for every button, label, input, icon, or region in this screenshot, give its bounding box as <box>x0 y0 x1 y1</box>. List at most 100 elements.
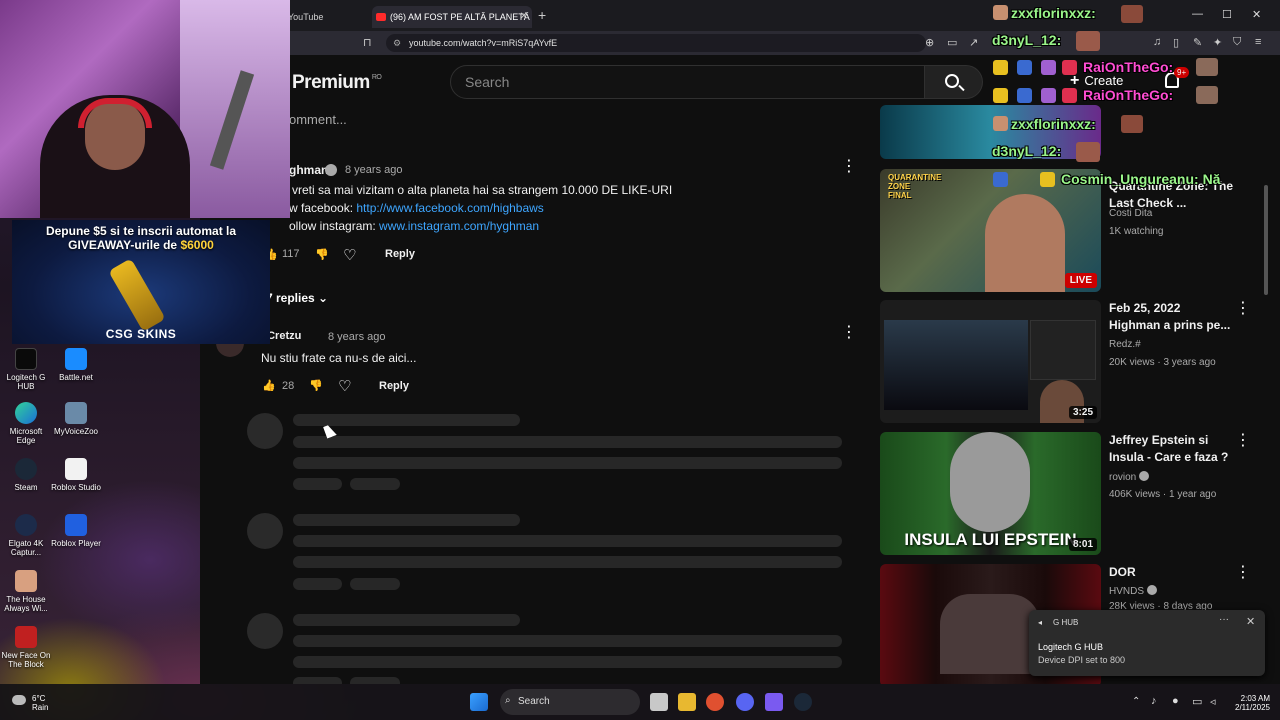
desktop-icon-edge[interactable]: Microsoft Edge <box>0 398 52 445</box>
desktop-icon-roblox-studio[interactable]: Roblox Studio <box>50 454 102 492</box>
tray-chevron-icon[interactable]: ⌃ <box>1132 696 1140 707</box>
badge-icon <box>1062 60 1077 75</box>
desktop-icon-battlenet[interactable]: Battle.net <box>50 344 102 382</box>
bookmark-icon[interactable]: ⊓ <box>363 36 372 49</box>
steam-icon[interactable] <box>794 693 812 711</box>
giveaway-line-1: Depune $5 si te inscrii automat la <box>45 224 237 238</box>
speaker-icon[interactable]: ◃ <box>1210 695 1216 708</box>
giveaway-brand: CSG SKINS <box>105 327 177 341</box>
close-window-button[interactable]: ✕ <box>1252 8 1261 21</box>
comment-menu-icon[interactable]: ⋮ <box>841 159 857 178</box>
youtube-logo[interactable]: Premium RO <box>292 72 382 94</box>
more-options-icon[interactable]: ··· <box>1219 614 1229 625</box>
video-thumbnail[interactable]: QUARANTINE ZONE FINAL LIVE <box>880 169 1101 292</box>
desktop-icon-house-always-wins[interactable]: The House Always Wi... <box>0 566 52 613</box>
brave-browser-icon[interactable] <box>706 693 724 711</box>
notification-toast[interactable]: ◂ G HUB ··· ✕ Logitech G HUB Device DPI … <box>1029 610 1265 676</box>
tab-bar: YouTube (96) AM FOST PE ALTĂ PLANETĂ ✕ +… <box>200 0 1280 31</box>
instagram-link[interactable]: www.instagram.com/hyghman <box>379 219 539 233</box>
video-channel[interactable]: Costi Dita <box>1109 208 1152 219</box>
share-icon[interactable]: ↗ <box>969 36 978 49</box>
desktop-icon-new-face[interactable]: New Face On The Block <box>0 622 52 669</box>
like-count: 117 <box>282 248 300 260</box>
video-title[interactable]: Feb 25, 2022 Highman a prins pe... <box>1109 300 1234 334</box>
chat-alert: RaiOnTheGo: <box>1083 59 1174 75</box>
video-thumbnail-partial[interactable] <box>880 105 1101 159</box>
video-channel[interactable]: Redz.# <box>1109 339 1141 350</box>
app-grid-icon[interactable] <box>765 693 783 711</box>
video-menu-icon[interactable]: ⋮ <box>1235 565 1251 584</box>
skeleton-line <box>293 436 842 448</box>
search-button[interactable] <box>925 65 983 99</box>
dislike-button[interactable]: 👎 <box>315 248 329 261</box>
avatar <box>1196 86 1218 104</box>
menu-icon[interactable]: ≡ <box>1255 36 1261 48</box>
comment-time[interactable]: 8 years ago <box>345 164 402 176</box>
task-view-icon[interactable] <box>650 693 668 711</box>
comment-author[interactable]: ghman <box>289 163 328 177</box>
site-info-icon[interactable]: ⚙ <box>393 34 401 52</box>
reply-menu-icon[interactable]: ⋮ <box>841 325 857 344</box>
crown-icon <box>993 88 1008 103</box>
youtube-favicon-icon <box>376 13 386 21</box>
avatar <box>1121 5 1143 23</box>
video-menu-icon[interactable]: ⋮ <box>1235 433 1251 452</box>
start-icon[interactable] <box>470 693 488 711</box>
heart-icon[interactable]: ♡ <box>343 246 356 264</box>
tab-current-video[interactable]: (96) AM FOST PE ALTĂ PLANETĂ ✕ <box>372 6 532 28</box>
thumbnail-caption: QUARANTINE ZONE FINAL <box>888 173 942 200</box>
close-icon[interactable]: ✕ <box>1246 615 1255 628</box>
desktop-icon-myvoicezoo[interactable]: MyVoiceZoo <box>50 398 102 436</box>
taskbar-search[interactable]: Search <box>500 689 640 715</box>
notification-app: G HUB <box>1053 618 1079 627</box>
sidebar-icon[interactable]: ▯ <box>1173 36 1179 49</box>
reply-reply-button[interactable]: Reply <box>379 380 409 392</box>
reply-dislike-button[interactable]: 👎 <box>309 379 323 392</box>
zoom-icon[interactable]: ⊕ <box>925 36 934 49</box>
close-tab-icon[interactable]: ✕ <box>520 6 528 28</box>
replies-toggle[interactable]: 7 replies ⌄ <box>266 291 328 305</box>
ai-icon[interactable]: ✦ <box>1213 36 1222 49</box>
mic-icon[interactable]: ● <box>1172 695 1179 707</box>
video-title[interactable]: Jeffrey Epstein si Insula - Care e faza … <box>1109 432 1234 466</box>
extensions-icon[interactable]: ✎ <box>1193 36 1202 49</box>
skeleton-avatar <box>247 613 283 649</box>
weather-widget[interactable]: 6°C Rain <box>32 694 48 712</box>
add-comment-input[interactable]: omment... <box>289 112 347 127</box>
shield-icon[interactable]: ⛉ <box>1233 36 1241 49</box>
search-input[interactable]: Search <box>450 65 925 99</box>
taskbar-clock[interactable]: 2:03 AM 2/11/2025 <box>1226 694 1270 712</box>
new-tab-button[interactable]: + <box>538 7 546 23</box>
reply-like-button[interactable]: 👍 <box>262 379 276 392</box>
url-field[interactable]: ⚙ youtube.com/watch?v=mRiS7qAYvfE <box>386 34 926 52</box>
file-explorer-icon[interactable] <box>678 693 696 711</box>
network-icon[interactable]: ▭ <box>1192 695 1202 708</box>
video-thumbnail[interactable]: INSULA LUI EPSTEIN 8:01 <box>880 432 1101 555</box>
facebook-link[interactable]: http://www.facebook.com/highbaws <box>356 201 543 215</box>
minimize-button[interactable]: — <box>1192 8 1203 20</box>
desktop-icon-logitech[interactable]: Logitech G HUB <box>0 344 52 391</box>
video-channel[interactable]: rovion <box>1109 471 1150 483</box>
discord-icon[interactable] <box>736 693 754 711</box>
reply-like-count: 28 <box>282 380 295 392</box>
video-meta: 1K watching <box>1109 226 1164 237</box>
desktop-icon-elgato[interactable]: Elgato 4K Captur... <box>0 510 52 557</box>
screen-icon[interactable]: ▭ <box>947 36 957 49</box>
maximize-button[interactable]: ☐ <box>1222 8 1232 21</box>
video-channel[interactable]: HVNDS <box>1109 585 1158 597</box>
desktop-icon-steam[interactable]: Steam <box>0 454 52 492</box>
media-icon[interactable]: ♫ <box>1153 36 1161 48</box>
video-thumbnail[interactable]: 3:25 <box>880 300 1101 423</box>
scrollbar-thumb[interactable] <box>1264 185 1268 295</box>
volume-icon[interactable]: ♪ <box>1151 695 1157 707</box>
thumbnail-face <box>985 194 1065 292</box>
video-title[interactable]: DOR <box>1109 564 1234 581</box>
verified-icon <box>1139 471 1150 481</box>
skeleton-line <box>293 556 842 568</box>
desktop-icon-roblox-player[interactable]: Roblox Player <box>50 510 102 548</box>
video-menu-icon[interactable]: ⋮ <box>1235 301 1251 320</box>
reply-heart-icon[interactable]: ♡ <box>338 377 351 395</box>
reply-time[interactable]: 8 years ago <box>328 331 385 343</box>
reply-button[interactable]: Reply <box>385 248 415 260</box>
notification-count-badge: 9+ <box>1174 67 1190 78</box>
